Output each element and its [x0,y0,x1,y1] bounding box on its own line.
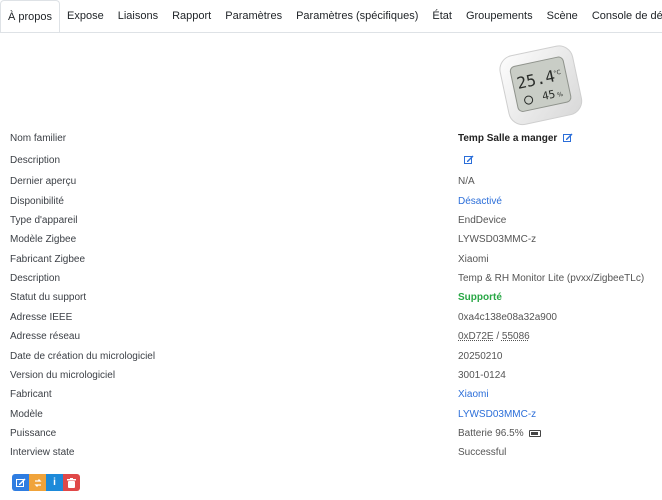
network-address-label: Adresse réseau [10,331,81,342]
firmware-date-label: Date de création du micrologiciel [10,351,156,362]
network-address-dec: 55086 [501,331,530,342]
device-type-label: Type d'appareil [10,215,78,226]
row-power: Puissance Batterie 96.5% [0,424,662,443]
description-value: Temp & RH Monitor Lite (pvxx/ZigbeeTLc) [458,273,645,284]
support-status-value: Supporté [458,292,502,303]
network-address-separator: / [493,331,502,342]
zigbee-manufacturer-value: Xiaomi [458,254,489,265]
edit-icon[interactable] [563,133,573,143]
friendly-name-label: Nom familier [10,133,67,144]
zigbee-manufacturer-label: Fabricant Zigbee [10,254,86,265]
ieee-address-label: Adresse IEEE [10,312,73,323]
tab-rapport[interactable]: Rapport [165,0,218,32]
power-value: Batterie 96.5% [458,424,541,443]
tab-scene[interactable]: Scène [540,0,585,32]
row-support-status: Statut du support Supporté [0,288,662,307]
row-firmware-version: Version du micrologiciel 3001-0124 [0,366,662,385]
support-status-label: Statut du support [10,292,87,303]
firmware-version-label: Version du micrologiciel [10,370,116,381]
info-icon: i [53,476,56,488]
zigbee-model-value: LYWSD03MMC-z [458,234,537,245]
model-label: Modèle [10,409,43,420]
tab-liaisons[interactable]: Liaisons [111,0,165,32]
firmware-date-value: 20250210 [458,351,503,362]
row-model: Modèle LYWSD03MMC-z [0,405,662,424]
edit-icon [15,478,25,487]
tab-parametres-specifiques[interactable]: Paramètres (spécifiques) [289,0,425,32]
device-image: 25.4 °C 45 % [499,45,583,126]
battery-icon [528,429,541,437]
description-label: Description [10,155,61,166]
description-label: Description [10,273,61,284]
tab-a-propos[interactable]: À propos [0,0,61,32]
interview-button[interactable]: i [46,474,63,491]
device-actions: i [12,474,80,491]
row-last-seen: Dernier aperçu N/A [0,172,662,191]
reconfigure-button[interactable] [29,474,46,491]
tab-groupements[interactable]: Groupements [459,0,540,32]
interview-state-label: Interview state [10,447,75,458]
availability-link[interactable]: Désactivé [458,192,502,211]
row-manufacturer: Fabricant Xiaomi [0,385,662,404]
manufacturer-label: Fabricant [10,389,52,400]
interview-state-value: Successful [458,447,507,458]
row-ieee-address: Adresse IEEE 0xa4c138e08a32a900 [0,308,662,327]
rename-button[interactable] [12,474,29,491]
tab-parametres[interactable]: Paramètres [218,0,289,32]
tab-expose[interactable]: Expose [60,0,111,32]
row-network-address: Adresse réseau 0xD72E / 55086 [0,327,662,346]
tab-etat[interactable]: État [425,0,459,32]
network-address-value: 0xD72E / 55086 [458,327,530,346]
friendly-name-value: Temp Salle a manger [458,129,573,148]
edit-icon[interactable] [464,155,474,165]
ieee-address-value: 0xa4c138e08a32a900 [458,312,557,323]
power-label: Puissance [10,428,57,439]
trash-icon [67,477,76,488]
last-seen-label: Dernier aperçu [10,176,77,187]
row-firmware-date: Date de création du micrologiciel 202502… [0,347,662,366]
network-address-hex: 0xD72E [458,331,494,342]
availability-label: Disponibilité [10,196,64,207]
row-availability: Disponibilité Désactivé [0,192,662,211]
model-link[interactable]: LYWSD03MMC-z [458,405,536,424]
last-seen-value: N/A [458,176,475,187]
remove-button[interactable] [63,474,80,491]
refresh-icon [33,478,42,487]
zigbee-model-label: Modèle Zigbee [10,234,77,245]
tab-bar: À propos Expose Liaisons Rapport Paramèt… [0,0,662,33]
tab-console-developpement[interactable]: Console de développement [585,0,662,32]
row-interview-state: Interview state Successful [0,443,662,462]
manufacturer-link[interactable]: Xiaomi [458,385,489,404]
row-friendly-name: Nom familier Temp Salle a manger [0,129,662,148]
row-zigbee-manufacturer: Fabricant Zigbee Xiaomi [0,250,662,269]
description-edit [458,151,474,170]
row-description: Description Temp & RH Monitor Lite (pvxx… [0,269,662,288]
display-humidity: 45 [541,88,557,103]
display-temperature-unit: °C [553,69,562,77]
row-device-type: Type d'appareil EndDevice [0,211,662,230]
row-description-editable: Description [0,151,662,170]
firmware-version-value: 3001-0124 [458,370,506,381]
device-type-value: EndDevice [458,215,507,226]
row-zigbee-model: Modèle Zigbee LYWSD03MMC-z [0,230,662,249]
